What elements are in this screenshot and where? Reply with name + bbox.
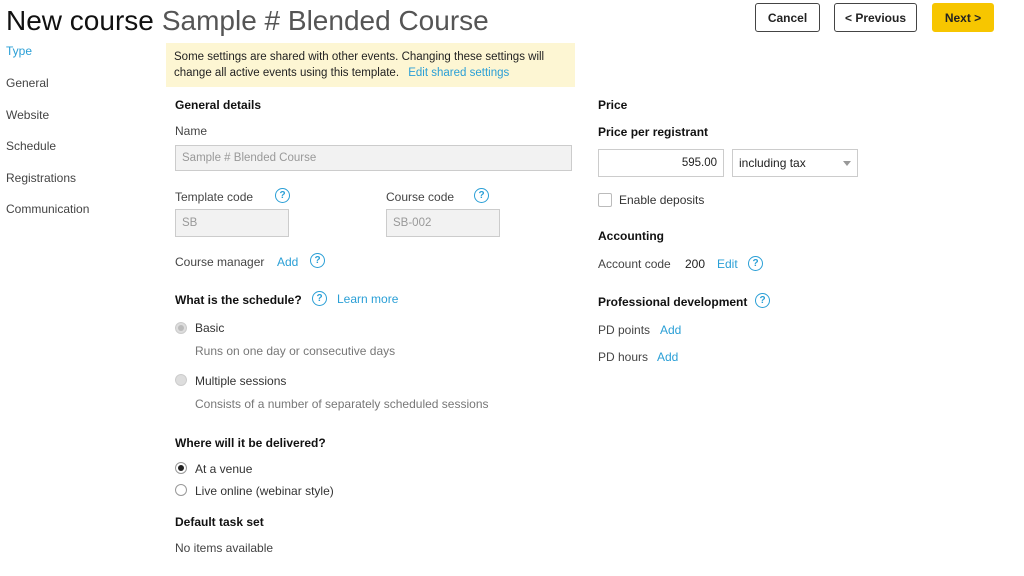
pd-heading: Professional development	[598, 295, 748, 309]
sidebar-item-communication[interactable]: Communication	[6, 202, 89, 216]
course-manager-add-link[interactable]: Add	[277, 255, 298, 269]
pd-help-icon[interactable]: ?	[755, 293, 770, 308]
learn-more-link[interactable]: Learn more	[337, 292, 398, 306]
delivery-online-radio[interactable]	[175, 484, 187, 496]
schedule-multiple-label: Multiple sessions	[195, 374, 287, 388]
course-manager-help-icon[interactable]: ?	[310, 253, 325, 268]
tax-select-value: including tax	[739, 156, 806, 170]
next-button[interactable]: Next >	[932, 3, 994, 32]
template-code-help-icon[interactable]: ?	[275, 188, 290, 203]
enable-deposits-checkbox[interactable]	[598, 193, 612, 207]
delivery-venue-radio[interactable]	[175, 462, 187, 474]
template-code-label: Template code	[175, 190, 254, 204]
price-heading: Price	[598, 98, 628, 112]
account-code-help-icon[interactable]: ?	[748, 256, 763, 271]
schedule-heading: What is the schedule?	[175, 293, 302, 307]
page-title: New course Sample # Blended Course	[6, 4, 489, 38]
task-set-heading: Default task set	[175, 515, 264, 529]
schedule-multiple-radio[interactable]	[175, 374, 187, 386]
page-title-course-name: Sample # Blended Course	[161, 5, 489, 36]
pd-hours-add-link[interactable]: Add	[657, 350, 678, 364]
sidebar-item-general[interactable]: General	[6, 76, 49, 90]
sidebar-item-schedule[interactable]: Schedule	[6, 139, 56, 153]
sidebar-item-type[interactable]: Type	[6, 44, 32, 58]
course-manager-label: Course manager	[175, 255, 265, 269]
delivery-heading: Where will it be delivered?	[175, 436, 326, 450]
course-code-label: Course code	[386, 190, 455, 204]
cancel-button[interactable]: Cancel	[755, 3, 820, 32]
accounting-heading: Accounting	[598, 229, 664, 243]
shared-settings-notice: Some settings are shared with other even…	[166, 43, 575, 87]
pd-hours-label: PD hours	[598, 350, 649, 364]
delivery-venue-label: At a venue	[195, 462, 253, 476]
template-code-input[interactable]: SB	[175, 209, 289, 237]
tax-select[interactable]: including tax	[732, 149, 858, 177]
account-code-label: Account code	[598, 257, 671, 271]
chevron-down-icon	[843, 160, 851, 166]
name-label: Name	[175, 124, 208, 138]
schedule-multiple-description: Consists of a number of separately sched…	[195, 397, 489, 411]
course-code-input[interactable]: SB-002	[386, 209, 500, 237]
price-per-registrant-label: Price per registrant	[598, 125, 709, 139]
previous-button[interactable]: < Previous	[834, 3, 917, 32]
delivery-online-label: Live online (webinar style)	[195, 484, 334, 498]
account-code-edit-link[interactable]: Edit	[717, 257, 738, 271]
pd-points-label: PD points	[598, 323, 651, 337]
pd-points-add-link[interactable]: Add	[660, 323, 681, 337]
sidebar-item-website[interactable]: Website	[6, 108, 49, 122]
course-code-help-icon[interactable]: ?	[474, 188, 489, 203]
page-title-main: New course	[6, 5, 154, 36]
price-amount-input[interactable]: 595.00	[598, 149, 724, 177]
sidebar-item-registrations[interactable]: Registrations	[6, 171, 76, 185]
schedule-basic-description: Runs on one day or consecutive days	[195, 344, 396, 358]
general-details-heading: General details	[175, 98, 262, 112]
name-input[interactable]: Sample # Blended Course	[175, 145, 572, 171]
task-set-empty: No items available	[175, 541, 274, 555]
account-code-value: 200	[685, 257, 706, 271]
schedule-help-icon[interactable]: ?	[312, 291, 327, 306]
schedule-basic-radio[interactable]	[175, 322, 187, 334]
edit-shared-settings-link[interactable]: Edit shared settings	[408, 67, 509, 79]
enable-deposits-label: Enable deposits	[619, 193, 705, 207]
schedule-basic-label: Basic	[195, 321, 225, 335]
